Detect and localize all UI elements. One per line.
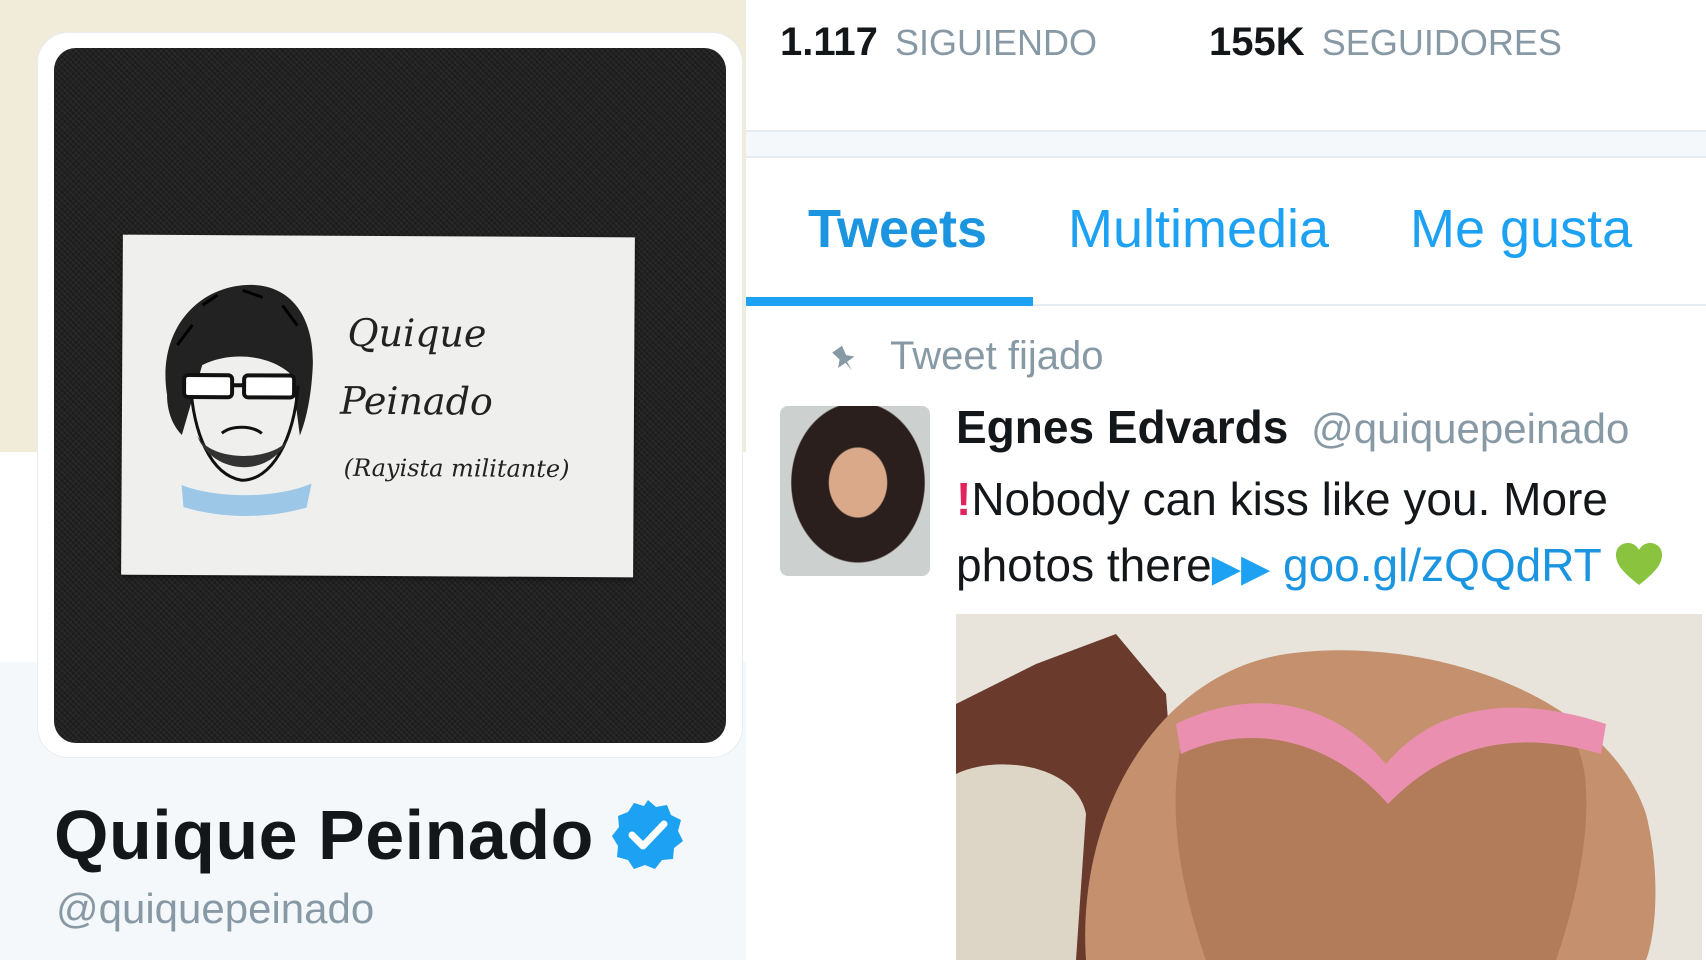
profile-name-row: Quique Peinado <box>54 795 686 875</box>
green-heart-icon <box>1614 539 1664 591</box>
card-line-1: Quique <box>347 311 486 356</box>
fast-forward-icon: ▶▶ <box>1211 548 1271 590</box>
card-line-2: Peinado <box>339 379 493 424</box>
business-card: Quique Peinado (Rayista militante) <box>121 234 635 578</box>
profile-name[interactable]: Quique Peinado <box>54 795 594 875</box>
profile-handle[interactable]: @quiquepeinado <box>56 885 374 933</box>
pinned-tweet-label: Tweet fijado <box>832 334 1104 379</box>
tab-multimedia[interactable]: Multimedia <box>1068 198 1329 260</box>
tweet-image[interactable] <box>956 614 1702 960</box>
section-divider <box>746 130 1706 158</box>
tweet-link[interactable]: goo.gl/zQQdRT <box>1283 539 1601 591</box>
timeline-panel: 1.117 SIGUIENDO 155K SEGUIDORES Tweets M… <box>746 0 1706 960</box>
caricature-drawing: Quique Peinado (Rayista militante) <box>165 284 570 516</box>
pin-icon <box>828 340 860 372</box>
followers-stat[interactable]: 155K SEGUIDORES <box>1209 20 1562 65</box>
tweet-author-name[interactable]: Egnes Edvards <box>956 401 1288 453</box>
exclamation-icon: ! <box>956 473 972 525</box>
profile-panel: Quique Peinado (Rayista militante) Quiqu… <box>0 0 746 960</box>
pinned-text: Tweet fijado <box>890 334 1104 378</box>
tab-tweets[interactable]: Tweets <box>808 198 987 260</box>
tweet-author-avatar[interactable] <box>780 406 930 576</box>
verified-badge-icon <box>610 797 686 873</box>
avatar[interactable]: Quique Peinado (Rayista militante) <box>54 48 726 743</box>
following-count: 1.117 <box>780 20 878 64</box>
tweet-author-handle[interactable]: @quiquepeinado <box>1311 405 1629 452</box>
tweet-photo <box>956 614 1702 960</box>
profile-stats: 1.117 SIGUIENDO 155K SEGUIDORES <box>780 20 1562 65</box>
active-tab-indicator <box>746 297 1033 306</box>
followers-label: SEGUIDORES <box>1321 22 1562 63</box>
tweet-header: Egnes Edvards @quiquepeinado 22m <box>956 400 1629 454</box>
following-stat[interactable]: 1.117 SIGUIENDO <box>780 20 1097 65</box>
following-label: SIGUIENDO <box>895 22 1098 63</box>
card-line-3: (Rayista militante) <box>344 454 570 483</box>
followers-count: 155K <box>1209 20 1305 64</box>
tab-me-gusta[interactable]: Me gusta <box>1410 198 1632 260</box>
tweet-text: !Nobody can kiss like you. More photos t… <box>956 466 1676 602</box>
profile-tabs: Tweets Multimedia Me gusta <box>746 156 1706 306</box>
